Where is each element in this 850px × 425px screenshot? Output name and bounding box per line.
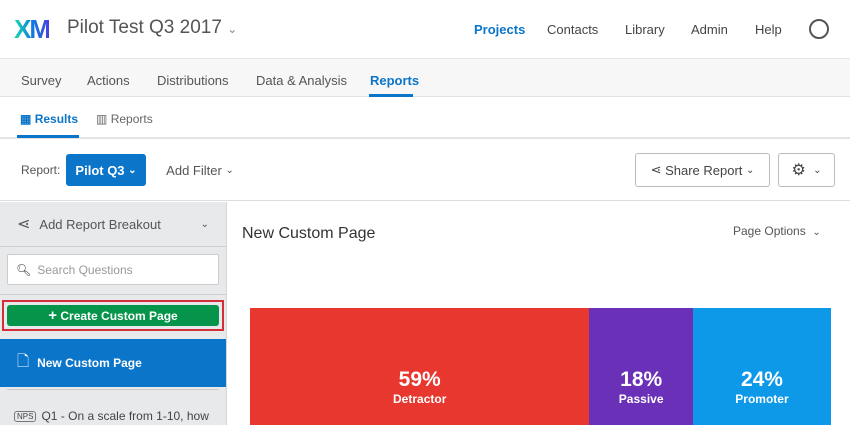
sidebar-question-item[interactable]: NPS Q1 - On a scale from 1-10, how <box>14 409 209 423</box>
share-icon: ⋖ <box>650 162 662 177</box>
tab-distributions[interactable]: Distributions <box>157 73 229 88</box>
search-icon: 🔍︎ <box>16 262 32 277</box>
search-placeholder: Search Questions <box>37 262 133 277</box>
category-label: Detractor <box>393 392 447 406</box>
page-title: New Custom Page <box>242 225 376 242</box>
gear-icon: ⚙ <box>791 162 806 179</box>
chevron-down-icon: ⌄ <box>200 218 209 230</box>
create-custom-page-button[interactable]: + Create Custom Page <box>7 305 219 326</box>
project-title-dropdown[interactable]: Pilot Test Q3 2017 ⌄ <box>67 17 237 39</box>
page-options-label: Page Options <box>733 224 806 238</box>
highlight-box: + Create Custom Page <box>2 300 224 331</box>
nav-admin[interactable]: Admin <box>691 22 728 37</box>
add-report-breakout[interactable]: ⋖ Add Report Breakout ⌄ <box>0 202 226 247</box>
category-label: Promoter <box>735 392 789 406</box>
bar-segment-promoter[interactable]: 24% Promoter <box>692 308 831 425</box>
chevron-down-icon: ⌄ <box>227 22 238 36</box>
breakout-icon: ⋖ <box>17 216 31 233</box>
bar-segment-passive[interactable]: 18% Passive <box>589 308 693 425</box>
nps-badge: NPS <box>14 410 37 422</box>
tab-data-analysis[interactable]: Data & Analysis <box>256 73 347 88</box>
create-custom-page-label: Create Custom Page <box>60 308 178 323</box>
add-filter-button[interactable]: Add Filter ⌄ <box>160 154 240 186</box>
xm-logo[interactable]: XM <box>14 14 51 45</box>
data-label: 24% <box>740 368 783 391</box>
page-icon: 🗋 <box>17 352 30 370</box>
divider <box>0 294 226 295</box>
report-label: Report: <box>21 163 61 177</box>
report-page: New Custom Page Page Options ⌄ 59% Detrac… <box>228 202 850 425</box>
category-label: Passive <box>618 392 664 406</box>
nav-help[interactable]: Help <box>755 22 782 37</box>
plus-icon: + <box>48 307 58 324</box>
sidebar: ⋖ Add Report Breakout ⌄ 🔍︎ Search Questi… <box>0 202 227 425</box>
add-filter-label: Add Filter <box>166 162 222 178</box>
chevron-down-icon: ⌄ <box>812 227 821 238</box>
user-avatar-icon[interactable] <box>809 19 829 39</box>
share-report-label: Share Report <box>665 162 743 178</box>
question-label: Q1 - On a scale from 1-10, how <box>41 409 209 423</box>
report-select[interactable]: Pilot Q3 ⌄ <box>66 154 146 186</box>
bar-segment-detractor[interactable]: 59% Detractor <box>250 308 590 425</box>
chevron-down-icon: ⌄ <box>128 164 137 176</box>
chevron-down-icon: ⌄ <box>225 164 234 176</box>
breakout-label: Add Report Breakout <box>39 216 161 232</box>
nav-contacts[interactable]: Contacts <box>547 22 598 37</box>
nps-stacked-bar-chart: 59% Detractor 18% Passive 24% Promoter <box>250 308 831 425</box>
page-options-dropdown[interactable]: Page Options ⌄ <box>733 224 821 238</box>
bar-chart-icon: ▥ <box>96 112 108 126</box>
nav-library[interactable]: Library <box>625 22 665 37</box>
data-label: 18% <box>620 368 663 391</box>
active-subtab-indicator <box>17 135 79 138</box>
share-report-button[interactable]: ⋖ Share Report ⌄ <box>635 153 770 187</box>
data-label: 59% <box>398 368 441 391</box>
tab-actions[interactable]: Actions <box>87 73 130 88</box>
tab-survey[interactable]: Survey <box>21 73 61 88</box>
subtab-results-label: Results <box>34 112 79 126</box>
chevron-down-icon: ⌄ <box>746 164 755 176</box>
report-toolbar: Report: Pilot Q3 ⌄ Add Filter ⌄ ⋖ Share … <box>0 140 850 201</box>
search-questions-input[interactable]: 🔍︎ Search Questions <box>7 254 219 285</box>
sub-tabs: ▦ Results ▥ Reports <box>0 97 850 139</box>
top-header: XM Pilot Test Q3 2017 ⌄ Projects Contact… <box>0 0 850 58</box>
sidebar-item-new-custom-page[interactable]: 🗋 New Custom Page <box>0 339 226 387</box>
subtab-results[interactable]: ▦ Results <box>20 112 78 126</box>
tab-reports[interactable]: Reports <box>370 73 419 88</box>
nav-projects[interactable]: Projects <box>474 22 525 37</box>
main-tabs: Survey Actions Distributions Data & Anal… <box>0 58 850 97</box>
chevron-down-icon: ⌄ <box>813 164 822 176</box>
subtab-reports-label: Reports <box>110 112 153 126</box>
divider <box>7 389 219 390</box>
page-label: New Custom Page <box>37 356 142 370</box>
subtab-reports[interactable]: ▥ Reports <box>96 112 153 126</box>
report-value: Pilot Q3 <box>75 162 125 178</box>
project-title: Pilot Test Q3 2017 <box>67 17 222 38</box>
settings-button[interactable]: ⚙ ⌄ <box>778 153 835 187</box>
results-icon: ▦ <box>20 112 32 126</box>
